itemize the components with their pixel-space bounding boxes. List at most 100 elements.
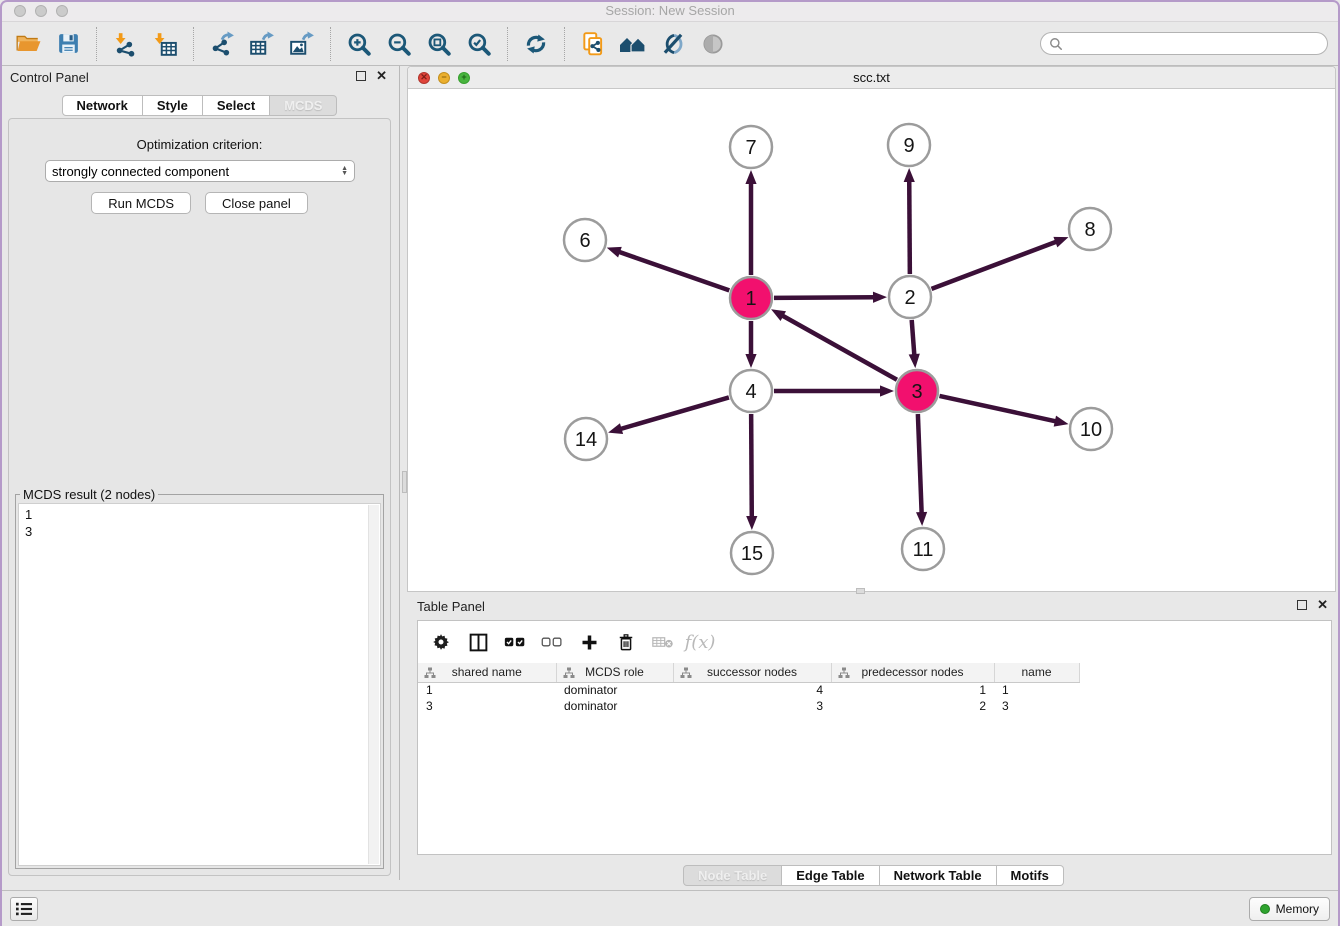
table-cell[interactable]: 1 bbox=[994, 682, 1079, 698]
tab-network-table[interactable]: Network Table bbox=[880, 865, 997, 886]
table-cell[interactable]: 3 bbox=[673, 698, 831, 714]
export-table-button[interactable] bbox=[242, 25, 282, 63]
gear-button[interactable] bbox=[430, 631, 452, 653]
table-cell[interactable]: 3 bbox=[994, 698, 1079, 714]
graph-edge[interactable] bbox=[771, 309, 897, 380]
panel-splitter-handle[interactable] bbox=[856, 588, 865, 594]
close-panel-icon[interactable]: ✕ bbox=[376, 71, 387, 81]
close-panel-icon[interactable]: ✕ bbox=[1317, 600, 1328, 610]
tab-style[interactable]: Style bbox=[143, 95, 203, 116]
tab-select[interactable]: Select bbox=[203, 95, 270, 116]
graph-edge[interactable] bbox=[939, 396, 1068, 427]
graph-edge[interactable] bbox=[745, 170, 756, 275]
tab-network[interactable]: Network bbox=[62, 95, 143, 116]
navigator-eye-icon bbox=[700, 31, 726, 57]
first-neighbors-button[interactable] bbox=[613, 25, 653, 63]
network-view-titlebar[interactable]: ✕ − + scc.txt bbox=[408, 67, 1335, 89]
graph-node[interactable]: 15 bbox=[731, 532, 773, 574]
export-image-button[interactable] bbox=[282, 25, 322, 63]
graph-edge[interactable] bbox=[909, 320, 920, 368]
graph-node[interactable]: 10 bbox=[1070, 408, 1112, 450]
column-header-successor-nodes[interactable]: successor nodes bbox=[673, 663, 831, 682]
close-panel-button[interactable]: Close panel bbox=[205, 192, 308, 214]
network-canvas-svg[interactable]: 7 9 6 8 1 2 4 3 14 10 15 11 bbox=[408, 89, 1335, 591]
graphics-details-button[interactable] bbox=[653, 25, 693, 63]
tab-motifs[interactable]: Motifs bbox=[997, 865, 1064, 886]
gear-icon bbox=[431, 632, 451, 652]
run-mcds-button[interactable]: Run MCDS bbox=[91, 192, 191, 214]
graph-edge[interactable] bbox=[608, 397, 729, 434]
save-session-icon bbox=[56, 31, 81, 56]
graph-node[interactable]: 2 bbox=[889, 276, 931, 318]
graph-node[interactable]: 9 bbox=[888, 124, 930, 166]
zoom-fit-button[interactable] bbox=[419, 25, 459, 63]
graph-node[interactable]: 1 bbox=[730, 277, 772, 319]
check-all-button[interactable] bbox=[504, 631, 526, 653]
tab-node-table[interactable]: Node Table bbox=[683, 865, 782, 886]
float-panel-icon[interactable] bbox=[356, 71, 366, 81]
open-session-button[interactable] bbox=[8, 25, 48, 63]
uncheck-all-button[interactable] bbox=[541, 631, 563, 653]
column-header-predecessor-nodes[interactable]: predecessor nodes bbox=[831, 663, 994, 682]
navigator-eye-button[interactable] bbox=[693, 25, 733, 63]
mcds-panel-body: Optimization criterion: strongly connect… bbox=[8, 118, 391, 876]
table-row: 1 dominator 4 1 1 bbox=[418, 682, 1079, 698]
scrollbar[interactable] bbox=[368, 505, 379, 864]
graph-node[interactable]: 8 bbox=[1069, 208, 1111, 250]
graph-node[interactable]: 6 bbox=[564, 219, 606, 261]
graph-edge[interactable] bbox=[904, 168, 915, 274]
table-cell[interactable]: 1 bbox=[831, 682, 994, 698]
graph-edge[interactable] bbox=[745, 321, 756, 368]
search-icon bbox=[1049, 37, 1063, 51]
column-header-name[interactable]: name bbox=[994, 663, 1079, 682]
add-column-button[interactable] bbox=[578, 631, 600, 653]
graph-edge[interactable] bbox=[774, 385, 894, 396]
graph-node-label: 7 bbox=[745, 137, 756, 159]
graph-edge[interactable] bbox=[932, 237, 1069, 289]
memory-button[interactable]: Memory bbox=[1249, 897, 1330, 921]
search-input[interactable] bbox=[1069, 37, 1319, 51]
refresh-button[interactable] bbox=[516, 25, 556, 63]
zoom-out-button[interactable] bbox=[379, 25, 419, 63]
export-network-button[interactable] bbox=[202, 25, 242, 63]
import-table-button[interactable] bbox=[145, 25, 185, 63]
graph-edge[interactable] bbox=[916, 414, 927, 526]
graph-node[interactable]: 4 bbox=[730, 370, 772, 412]
graph-edge[interactable] bbox=[746, 414, 757, 530]
table-cell[interactable]: 1 bbox=[418, 682, 556, 698]
clone-network-button[interactable] bbox=[573, 25, 613, 63]
mcds-result-item: 1 bbox=[19, 504, 380, 523]
graph-node[interactable]: 7 bbox=[730, 126, 772, 168]
mcds-result-list[interactable]: 1 3 bbox=[18, 503, 381, 866]
graph-node[interactable]: 11 bbox=[902, 528, 944, 570]
table-cell[interactable]: 4 bbox=[673, 682, 831, 698]
graph-edge[interactable] bbox=[607, 247, 730, 290]
column-header-mcds-role[interactable]: MCDS role bbox=[556, 663, 673, 682]
delete-table-button[interactable] bbox=[652, 631, 674, 653]
split-columns-button[interactable] bbox=[467, 631, 489, 653]
task-history-button[interactable] bbox=[10, 897, 38, 921]
column-header-shared-name[interactable]: shared name bbox=[418, 663, 556, 682]
zoom-selected-button[interactable] bbox=[459, 25, 499, 63]
graph-node-label: 9 bbox=[903, 135, 914, 157]
table-cell[interactable]: 2 bbox=[831, 698, 994, 714]
control-panel-tabs: Network Style Select MCDS bbox=[0, 95, 399, 116]
panel-splitter-handle[interactable] bbox=[402, 471, 407, 493]
tab-edge-table[interactable]: Edge Table bbox=[782, 865, 879, 886]
table-cell[interactable]: 3 bbox=[418, 698, 556, 714]
graph-node[interactable]: 14 bbox=[565, 418, 607, 460]
delete-column-button[interactable] bbox=[615, 631, 637, 653]
float-panel-icon[interactable] bbox=[1297, 600, 1307, 610]
function-builder-button[interactable]: f(x) bbox=[689, 631, 711, 653]
save-session-button[interactable] bbox=[48, 25, 88, 63]
graph-node-label: 15 bbox=[741, 543, 763, 565]
optimization-criterion-select[interactable]: strongly connected component ▲▼ bbox=[45, 160, 355, 182]
graph-node[interactable]: 3 bbox=[896, 370, 938, 412]
table-cell[interactable]: dominator bbox=[556, 698, 673, 714]
table-cell[interactable]: dominator bbox=[556, 682, 673, 698]
tab-mcds[interactable]: MCDS bbox=[270, 95, 337, 116]
mcds-result-title: MCDS result (2 nodes) bbox=[20, 487, 158, 502]
import-network-button[interactable] bbox=[105, 25, 145, 63]
zoom-in-button[interactable] bbox=[339, 25, 379, 63]
graph-edge[interactable] bbox=[774, 292, 887, 303]
